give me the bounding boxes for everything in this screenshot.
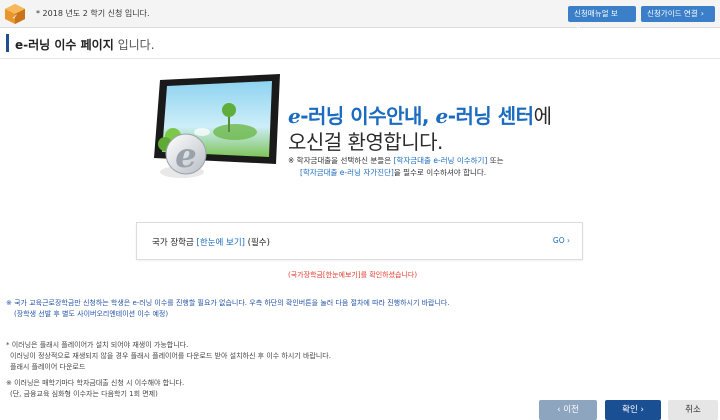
logo-icon: ✓ xyxy=(5,4,25,24)
loan-note-required: 을 필수로 이수하셔야 합니다. xyxy=(393,168,487,177)
tablet-illustration: e xyxy=(154,74,280,178)
loan-note-line2: [학자금대출 e-러닝 자가진단]을 필수로 이수하셔야 합니다. xyxy=(300,167,486,178)
guide-button-label: 신청가이드 연결 xyxy=(647,9,698,18)
info-flash-line2: 이러닝이 정상적으로 재생되지 않을 경우 플래시 플레이어를 다운로드 받아 … xyxy=(10,352,331,360)
info-blue-line1: ※ 국가 교육근로장학금만 신청하는 학생은 e-러닝 이수를 진행할 필요가 … xyxy=(6,299,450,307)
e-letter: e xyxy=(288,104,301,128)
e-letter: e xyxy=(435,104,448,128)
confirm-button[interactable]: 확인 › xyxy=(605,400,661,420)
welcome-heading-line1: e-러닝 이수안내, e-러닝 센터에 xyxy=(288,100,552,129)
manual-button-label: 신청매뉴얼 보기 xyxy=(574,9,618,34)
semester-notice: * 2018 년도 2 학기 신청 입니다. xyxy=(36,9,150,18)
svg-text:e: e xyxy=(175,136,197,176)
loan-note-post: 또는 xyxy=(487,156,504,165)
card-title-post: (필수) xyxy=(244,238,270,248)
go-link[interactable]: GO › xyxy=(553,236,570,245)
page-title: e-러닝 이수 페이지 입니다. xyxy=(6,34,155,52)
cancel-button[interactable]: 취소 xyxy=(668,400,718,420)
manual-button[interactable]: 신청매뉴얼 보기 › xyxy=(568,6,636,34)
confirmation-message: (국가장학금[한눈에보기]를 확인하셨습니다) xyxy=(288,271,418,279)
scholarship-card-title: 국가 장학금 [한눈에 보기] (필수) xyxy=(152,236,270,248)
svg-text:✓: ✓ xyxy=(12,13,18,21)
prev-button[interactable]: ‹ 이전 xyxy=(539,400,597,420)
info-semester-line1: ※ 이러닝은 매학기마다 학자금대출 신청 시 이수해야 합니다. xyxy=(6,379,185,387)
card-title-link: [한눈에 보기] xyxy=(196,238,245,248)
chevron-right-icon: › xyxy=(583,25,588,34)
page-title-strong: e-러닝 이수 페이지 xyxy=(15,38,114,52)
chevron-right-icon: › xyxy=(700,9,704,18)
info-flash-line1: * 이러닝은 플래시 플레이어가 설치 되어야 재생이 가능합니다. xyxy=(6,341,189,349)
top-bar: ✓ * 2018 년도 2 학기 신청 입니다. 신청매뉴얼 보기 › 신청가이드… xyxy=(0,0,720,34)
welcome-part3: 에 xyxy=(533,104,552,128)
loan-self-check-link[interactable]: [학자금대출 e-러닝 자가진단] xyxy=(300,168,394,177)
info-semester-line2: (단, 금융교육 심화형 이수자는 다음학기 1회 면제) xyxy=(10,390,158,398)
loan-elearning-link[interactable]: [학자금대출 e-러닝 이수하기] xyxy=(394,156,488,165)
loan-note-pre: ※ 학자금대출을 선택하신 분들은 xyxy=(288,156,394,165)
page-title-rest: 입니다. xyxy=(113,38,155,52)
card-title-pre: 국가 장학금 xyxy=(152,238,197,248)
flash-download-link[interactable]: 플래시 플레이어 다운로드 xyxy=(10,362,85,372)
loan-note-line1: ※ 학자금대출을 선택하신 분들은 [학자금대출 e-러닝 이수하기] 또는 xyxy=(288,155,504,166)
welcome-part1: -러닝 이수안내, xyxy=(300,104,436,128)
welcome-part2: -러닝 센터 xyxy=(447,104,534,128)
guide-button[interactable]: 신청가이드 연결 › xyxy=(641,6,715,22)
welcome-heading-line2: 오신걸 환영합니다. xyxy=(288,130,443,154)
scholarship-card[interactable]: 국가 장학금 [한눈에 보기] (필수) GO › xyxy=(136,222,583,260)
info-blue-line2: (장학생 선발 후 별도 사이버오리엔테이션 이수 예정) xyxy=(14,310,169,318)
divider xyxy=(0,58,720,59)
